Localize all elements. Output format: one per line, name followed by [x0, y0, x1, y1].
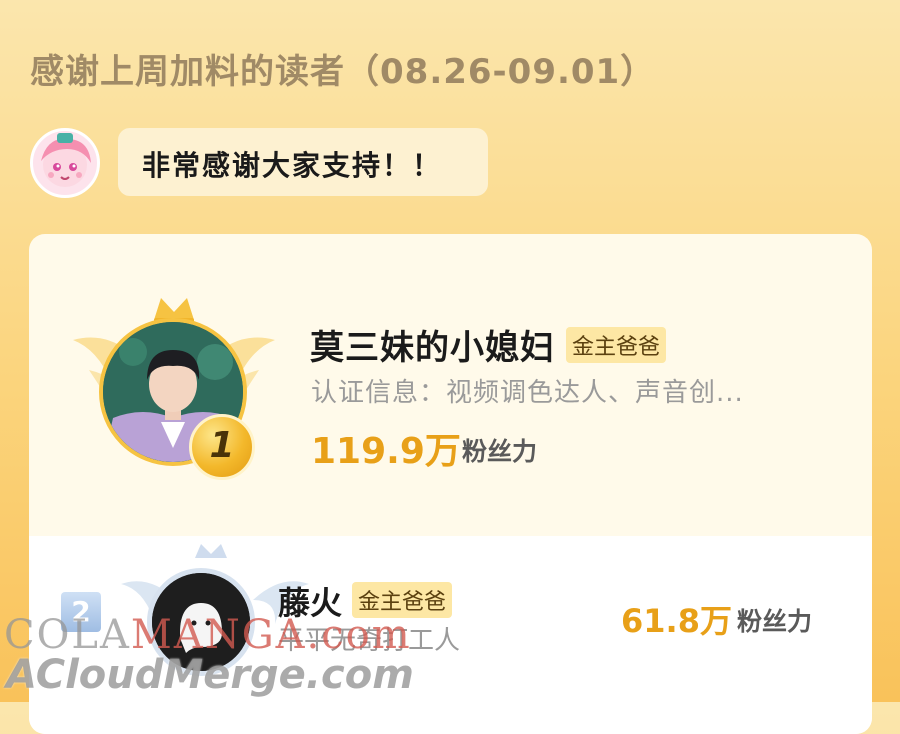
user-tag-1: 金主爸爸 [566, 327, 667, 363]
fans-value-2: 61.8万 [621, 602, 732, 640]
watermark-line-2: ACloudMerge.com [6, 652, 414, 698]
page-title: 感谢上周加料的读者（08.26-09.01） [30, 52, 656, 92]
fans-label-1: 粉丝力 [462, 437, 538, 466]
fans-value-1: 119.9万 [311, 431, 461, 472]
message-text: 非常感谢大家支持！！ [142, 149, 443, 182]
fans-label-2: 粉丝力 [737, 607, 813, 636]
user-name-1[interactable]: 莫三妹的小媳妇 [310, 320, 555, 369]
rank-1-badge: 1 [189, 414, 255, 480]
mascot-avatar-icon[interactable] [30, 128, 100, 198]
user-cert-1: 认证信息：视频调色达人、声音创... [311, 378, 744, 408]
message-bubble: 非常感谢大家支持！！ [118, 128, 488, 196]
rank-1-number: 1 [209, 425, 235, 466]
page: { "header": { "title": "感谢上周加料的读者（08.26-… [0, 0, 900, 734]
